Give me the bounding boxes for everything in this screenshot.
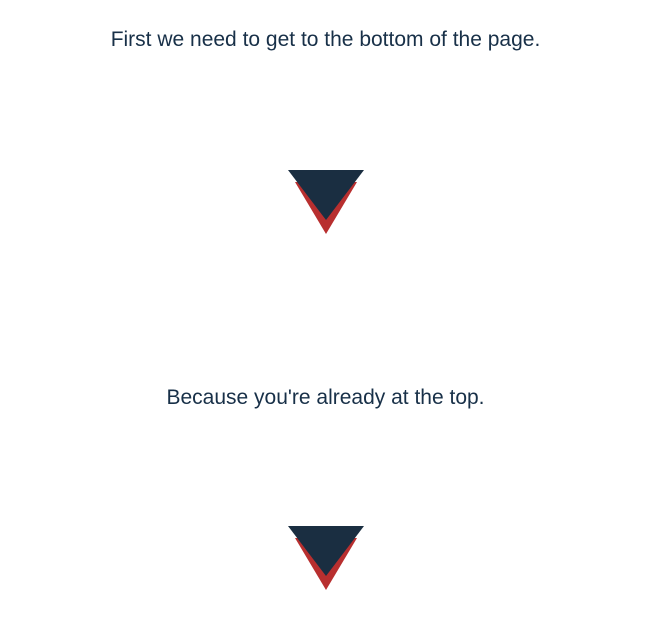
instruction-text-2: Because you're already at the top.	[166, 386, 484, 410]
down-arrow-icon	[276, 162, 376, 240]
instruction-text-1: First we need to get to the bottom of th…	[111, 28, 541, 52]
down-arrow-icon	[276, 518, 376, 596]
